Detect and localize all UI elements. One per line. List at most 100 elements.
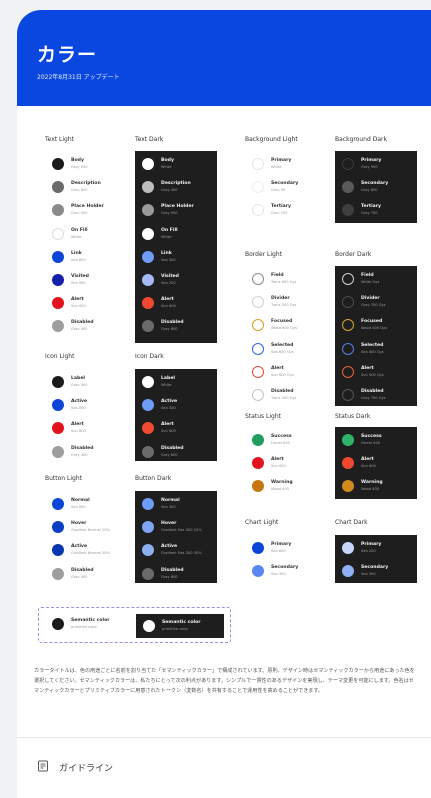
swatch-row: Disabled Gray 600 xyxy=(135,444,217,464)
swatch-name: Alert xyxy=(361,457,374,463)
swatch-subname: Sea 900 xyxy=(71,281,86,285)
swatch-subname: Gray 900 xyxy=(71,383,88,387)
swatch-name: Link xyxy=(161,250,172,256)
semantic-legend-dark-panel: Semantic color primitive color xyxy=(136,614,224,638)
swatch-dot xyxy=(142,250,154,263)
swatch-subname: Sun 800 xyxy=(71,429,86,434)
swatch-dot xyxy=(52,297,64,310)
swatch-row: Body Gray 900 xyxy=(45,156,127,176)
group-title-icon-dark: Icon Dark xyxy=(135,353,164,360)
swatch-row: Visited Sea 900 xyxy=(45,272,127,292)
swatch-row: Secondary Sea 300 xyxy=(335,563,417,583)
swatch-row: Success Forest 400 xyxy=(335,432,417,452)
swatch-subname: Sea 300 xyxy=(161,257,176,262)
swatch-subname: Forest 600 xyxy=(271,441,291,445)
swatch-row: Visited Sea 200 xyxy=(135,272,217,292)
swatch-subname: Sun 600 Gys xyxy=(271,372,294,377)
swatch-row: Alert Sun 800 xyxy=(45,420,127,440)
swatch-name: Label xyxy=(71,376,86,381)
swatch-panel-button-dark: Normal Sea 300 Hover Gradient Sea 300 20% Ac… xyxy=(135,491,217,583)
swatch-subname: Sea 300 xyxy=(271,572,286,577)
swatch-dot xyxy=(342,273,354,285)
swatch-subname: White xyxy=(71,234,82,239)
swatch-dot xyxy=(342,342,354,355)
swatch-name: Primary xyxy=(271,542,292,547)
swatch-name: Alert xyxy=(71,422,84,428)
swatch-row: Hover Gradient Sea 300 20% xyxy=(135,519,217,539)
swatch-name: Divider xyxy=(271,296,290,302)
swatch-row: Disabled Gray 400 xyxy=(45,566,127,586)
swatch-row: Alert Sun 600 xyxy=(335,455,417,475)
swatch-name: Alert xyxy=(271,365,284,371)
group-title-chart-dark: Chart Dark xyxy=(335,519,368,526)
swatch-dot xyxy=(142,320,154,333)
swatch-row: Alert Sun 800 xyxy=(45,295,127,315)
swatch-name: Disabled xyxy=(361,389,384,394)
swatch-name: Body xyxy=(71,158,84,163)
swatch-subname: Sun 600 xyxy=(161,304,176,309)
swatch-name: Active xyxy=(161,544,178,550)
swatch-name: Field xyxy=(271,273,284,278)
swatch-row: Tertiary Gray 700 xyxy=(335,202,417,222)
swatch-name: Field xyxy=(361,273,374,278)
swatch-dot xyxy=(52,498,64,510)
swatch-name: Link xyxy=(71,250,82,256)
swatch-name: Secondary xyxy=(271,565,299,571)
swatch-row: Alert Sun 500 Gys xyxy=(335,364,417,384)
swatch-dot xyxy=(142,227,154,240)
semantic-legend-dark: Semantic color primitive color xyxy=(136,618,224,638)
swatch-row: On Fill White xyxy=(135,226,217,246)
swatch-row: Alert Sun 600 xyxy=(135,295,217,315)
group-title-status-dark: Status Dark xyxy=(335,413,371,420)
swatch-dot xyxy=(252,365,264,378)
swatch-dot xyxy=(142,274,154,286)
swatch-row: Label White xyxy=(135,374,217,394)
swatch-dot xyxy=(52,320,64,333)
swatch-subname: Gradient Normal 30% xyxy=(71,551,110,556)
swatch-row: Disabled Gray 700 Gys xyxy=(335,387,417,407)
swatch-row: Primary Sea 200 xyxy=(335,540,417,560)
swatch-name: Disabled xyxy=(271,389,294,394)
swatch-subname: Sea 300 xyxy=(161,505,176,509)
swatch-row: Disabled Gray 600 xyxy=(135,318,217,338)
swatch-row: Alert Sun 600 Gys xyxy=(245,364,327,384)
semantic-dark-sub: primitive color xyxy=(162,627,188,631)
swatch-dot xyxy=(52,181,64,194)
swatch-name: Tertiary xyxy=(271,204,292,210)
swatch-dot xyxy=(342,296,354,309)
swatch-name: Alert xyxy=(271,457,284,463)
swatch-name: Normal xyxy=(161,498,180,503)
swatch-panel-status-light: Success Forest 600 Alert Sun 800 Warning Wood… xyxy=(245,430,327,498)
swatch-name: Primary xyxy=(361,542,382,547)
swatch-dot xyxy=(142,204,154,217)
swatch-row: Normal Sea 800 xyxy=(45,496,127,516)
swatch-dot xyxy=(252,296,264,309)
group-title-border-light: Border Light xyxy=(245,251,282,258)
swatch-dot xyxy=(252,158,264,170)
swatch-dot xyxy=(342,158,354,170)
swatch-dot xyxy=(342,319,354,332)
guideline-link[interactable]: ガイドライン xyxy=(59,761,113,774)
swatch-name: Secondary xyxy=(361,565,389,571)
swatch-name: Warning xyxy=(361,480,383,486)
semantic-light-dot xyxy=(52,618,64,630)
swatch-row: Disabled Trans 300 Gys xyxy=(245,387,327,407)
swatch-dot xyxy=(342,542,354,554)
page-header: カラー 2022年8月31日 アップデート xyxy=(17,10,431,106)
group-title-icon-light: Icon Light xyxy=(45,353,75,360)
swatch-row: Description Gray 600 xyxy=(45,179,127,199)
swatch-dot xyxy=(52,422,64,435)
swatch-name: Visited xyxy=(161,274,179,279)
swatch-dot xyxy=(142,399,154,412)
swatch-name: Primary xyxy=(271,158,292,163)
swatch-subname: Sun 500 Gys xyxy=(361,372,384,377)
swatch-name: Place Holder xyxy=(71,204,104,210)
swatch-row: Label Gray 900 xyxy=(45,374,127,394)
swatch-dot xyxy=(252,542,264,554)
semantic-light-name: Semantic color xyxy=(71,618,110,623)
swatch-name: Disabled xyxy=(161,445,184,451)
swatch-panel-bg-dark: Primary Gray 900 Secondary Gray 800 Tertiary… xyxy=(335,151,417,223)
swatch-name: Focused xyxy=(361,319,383,325)
swatch-dot xyxy=(342,181,354,194)
swatch-row: Disabled Gray 400 xyxy=(45,444,127,464)
